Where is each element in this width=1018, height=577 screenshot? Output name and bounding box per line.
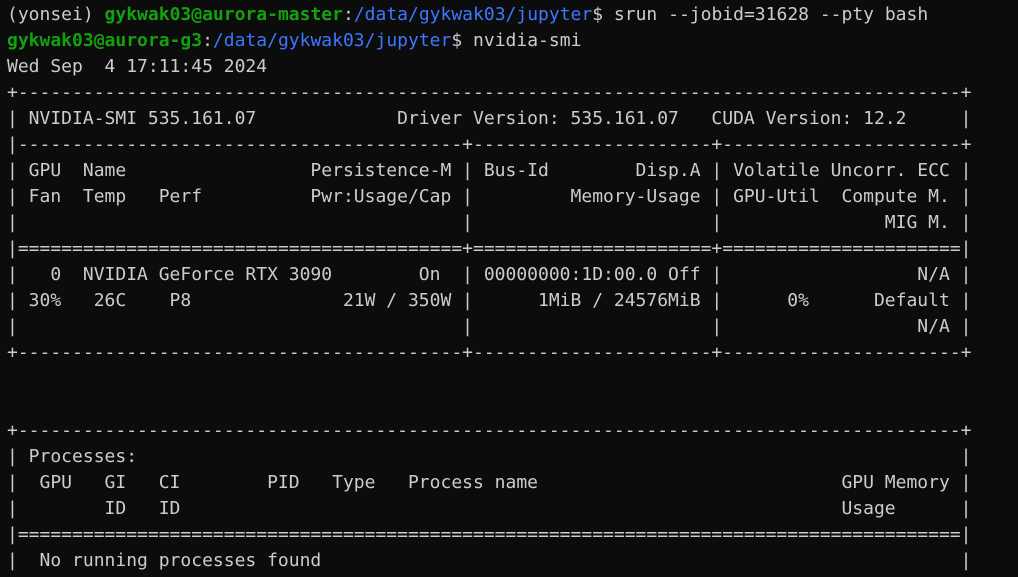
table-row: | Processes: |	[7, 446, 972, 467]
command-text: srun --jobid=31628 --pty bash	[613, 4, 929, 25]
table-row: | No running processes found |	[7, 550, 972, 571]
prompt-symbol: $	[451, 30, 474, 51]
table-row: |=======================================…	[7, 238, 972, 259]
gpu-status-table: +---------------------------------------…	[7, 80, 1018, 366]
command-text: nvidia-smi	[473, 30, 582, 51]
table-row: +---------------------------------------…	[7, 82, 972, 103]
user-host: gykwak03@aurora-g3	[7, 30, 203, 51]
prompt-line-2: gykwak03@aurora-g3:/data/gykwak03/jupyte…	[7, 28, 1018, 54]
prompt-line-1: (yonsei) gykwak03@aurora-master:/data/gy…	[7, 2, 1018, 28]
table-row: | | | MIG M. |	[7, 212, 972, 233]
table-row: | 0 NVIDIA GeForce RTX 3090 On | 0000000…	[7, 264, 972, 285]
table-row: +---------------------------------------…	[7, 342, 972, 363]
table-row: | NVIDIA-SMI 535.161.07 Driver Version: …	[7, 108, 972, 129]
timestamp-line: Wed Sep 4 17:11:45 2024	[7, 56, 268, 77]
prompt-colon: :	[202, 30, 213, 51]
process-table: +---------------------------------------…	[7, 418, 1018, 577]
table-row: | 30% 26C P8 21W / 350W | 1MiB / 24576Mi…	[7, 290, 972, 311]
user-host: gykwak03@aurora-master	[104, 4, 343, 25]
table-row: |---------------------------------------…	[7, 134, 972, 155]
table-row: +---------------------------------------…	[7, 420, 972, 441]
prompt-colon: :	[342, 4, 354, 25]
conda-env-label: (yonsei)	[7, 4, 105, 25]
prompt-symbol: $	[592, 4, 614, 25]
terminal-window[interactable]: (yonsei) gykwak03@aurora-master:/data/gy…	[0, 0, 1018, 577]
table-row: | | | N/A |	[7, 316, 972, 337]
table-row: | Fan Temp Perf Pwr:Usage/Cap | Memory-U…	[7, 186, 972, 207]
table-row: | GPU Name Persistence-M | Bus-Id Disp.A…	[7, 160, 972, 181]
table-row: |=======================================…	[7, 524, 972, 545]
current-path: /data/gykwak03/jupyter	[353, 4, 593, 25]
current-path: /data/gykwak03/jupyter	[212, 30, 452, 51]
table-row: | ID ID Usage |	[7, 498, 972, 519]
table-row: | GPU GI CI PID Type Process name GPU Me…	[7, 472, 972, 493]
